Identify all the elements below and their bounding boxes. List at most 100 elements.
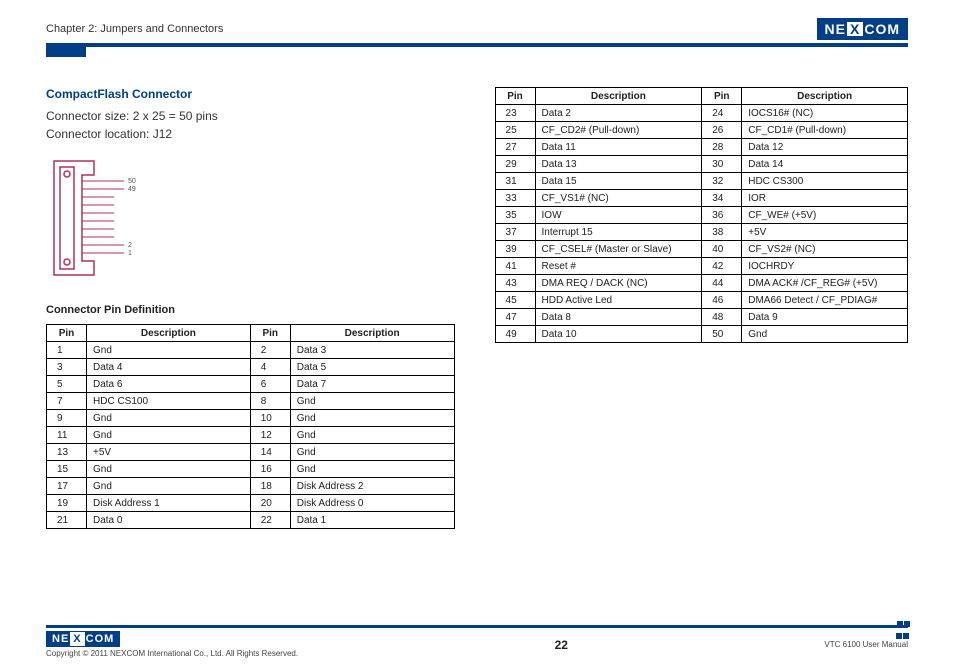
pin-cell: 50 <box>702 326 742 343</box>
desc-cell: Data 13 <box>535 156 702 173</box>
footer-ornament <box>896 618 910 642</box>
pin-cell: 48 <box>702 309 742 326</box>
pin-cell: 17 <box>47 478 87 495</box>
desc-cell: Reset # <box>535 258 702 275</box>
table-row: 9Gnd10Gnd <box>47 410 455 427</box>
desc-cell: Disk Address 2 <box>290 478 454 495</box>
logo-text-mid: X <box>70 632 84 646</box>
table-row: 41Reset #42IOCHRDY <box>495 258 907 275</box>
connector-size: Connector size: 2 x 25 = 50 pins <box>46 107 455 125</box>
desc-cell: Gnd <box>87 461 251 478</box>
header-tab <box>46 43 86 57</box>
desc-cell: +5V <box>742 224 908 241</box>
desc-cell: DMA REQ / DACK (NC) <box>535 275 702 292</box>
pin-cell: 6 <box>250 376 290 393</box>
pin-cell: 7 <box>47 393 87 410</box>
desc-cell: Gnd <box>290 444 454 461</box>
pin-cell: 10 <box>250 410 290 427</box>
desc-cell: CF_CD1# (Pull-down) <box>742 122 908 139</box>
pin-cell: 45 <box>495 292 535 309</box>
pin-cell: 47 <box>495 309 535 326</box>
desc-cell: IOCS16# (NC) <box>742 105 908 122</box>
pin-cell: 12 <box>250 427 290 444</box>
pin-cell: 35 <box>495 207 535 224</box>
desc-cell: Gnd <box>290 427 454 444</box>
logo-text-post: COM <box>864 21 900 37</box>
pin-cell: 27 <box>495 139 535 156</box>
pin-cell: 4 <box>250 359 290 376</box>
desc-cell: HDC CS100 <box>87 393 251 410</box>
desc-cell: Gnd <box>87 427 251 444</box>
pin-cell: 33 <box>495 190 535 207</box>
table-row: 19Disk Address 120Disk Address 0 <box>47 495 455 512</box>
desc-cell: CF_CD2# (Pull-down) <box>535 122 702 139</box>
desc-cell: Data 9 <box>742 309 908 326</box>
table-row: 1Gnd2Data 3 <box>47 342 455 359</box>
desc-cell: Data 12 <box>742 139 908 156</box>
desc-cell: Gnd <box>290 393 454 410</box>
pin-cell: 42 <box>702 258 742 275</box>
pin-cell: 13 <box>47 444 87 461</box>
pin-cell: 16 <box>250 461 290 478</box>
table-row: 13+5V14Gnd <box>47 444 455 461</box>
th-desc: Description <box>87 325 251 342</box>
pin-cell: 29 <box>495 156 535 173</box>
logo-text-pre: NE <box>825 21 846 37</box>
pin-cell: 21 <box>47 512 87 529</box>
pin-definition-heading: Connector Pin Definition <box>46 304 455 316</box>
desc-cell: Data 4 <box>87 359 251 376</box>
desc-cell: +5V <box>87 444 251 461</box>
table-row: 3Data 44Data 5 <box>47 359 455 376</box>
pin-cell: 22 <box>250 512 290 529</box>
th-pin: Pin <box>47 325 87 342</box>
pin-cell: 1 <box>47 342 87 359</box>
connector-diagram: 50 49 2 1 <box>46 153 455 286</box>
table-row: 31Data 1532HDC CS300 <box>495 173 907 190</box>
desc-cell: IOR <box>742 190 908 207</box>
th-pin: Pin <box>250 325 290 342</box>
pin-cell: 44 <box>702 275 742 292</box>
desc-cell: Data 3 <box>290 342 454 359</box>
table-row: 33CF_VS1# (NC)34IOR <box>495 190 907 207</box>
desc-cell: IOW <box>535 207 702 224</box>
pin-cell: 46 <box>702 292 742 309</box>
desc-cell: Gnd <box>87 342 251 359</box>
pin-cell: 49 <box>495 326 535 343</box>
desc-cell: Gnd <box>290 410 454 427</box>
pin-cell: 41 <box>495 258 535 275</box>
connector-location: Connector location: J12 <box>46 125 455 143</box>
pin-cell: 24 <box>702 105 742 122</box>
pin-cell: 28 <box>702 139 742 156</box>
table-row: 39CF_CSEL# (Master or Slave)40CF_VS2# (N… <box>495 241 907 258</box>
pin-cell: 20 <box>250 495 290 512</box>
table-row: 43DMA REQ / DACK (NC)44DMA ACK# /CF_REG#… <box>495 275 907 292</box>
desc-cell: IOCHRDY <box>742 258 908 275</box>
desc-cell: Data 0 <box>87 512 251 529</box>
pin-cell: 40 <box>702 241 742 258</box>
table-row: 23Data 224IOCS16# (NC) <box>495 105 907 122</box>
desc-cell: Interrupt 15 <box>535 224 702 241</box>
desc-cell: Data 15 <box>535 173 702 190</box>
desc-cell: Data 6 <box>87 376 251 393</box>
pin-table-right: Pin Description Pin Description 23Data 2… <box>495 87 908 343</box>
table-row: 25CF_CD2# (Pull-down)26CF_CD1# (Pull-dow… <box>495 122 907 139</box>
th-desc: Description <box>742 88 908 105</box>
pin-cell: 19 <box>47 495 87 512</box>
section-title: CompactFlash Connector <box>46 87 455 101</box>
table-row: 45HDD Active Led46DMA66 Detect / CF_PDIA… <box>495 292 907 309</box>
pin-cell: 9 <box>47 410 87 427</box>
desc-cell: Gnd <box>87 410 251 427</box>
table-row: 27Data 1128Data 12 <box>495 139 907 156</box>
copyright-text: Copyright © 2011 NEXCOM International Co… <box>46 649 298 658</box>
diagram-label-49: 49 <box>128 186 136 193</box>
table-row: 49Data 1050Gnd <box>495 326 907 343</box>
desc-cell: CF_WE# (+5V) <box>742 207 908 224</box>
th-pin: Pin <box>495 88 535 105</box>
pin-cell: 15 <box>47 461 87 478</box>
desc-cell: Data 8 <box>535 309 702 326</box>
pin-cell: 34 <box>702 190 742 207</box>
pin-cell: 43 <box>495 275 535 292</box>
desc-cell: HDC CS300 <box>742 173 908 190</box>
logo-text-post: COM <box>86 633 115 645</box>
pin-cell: 14 <box>250 444 290 461</box>
